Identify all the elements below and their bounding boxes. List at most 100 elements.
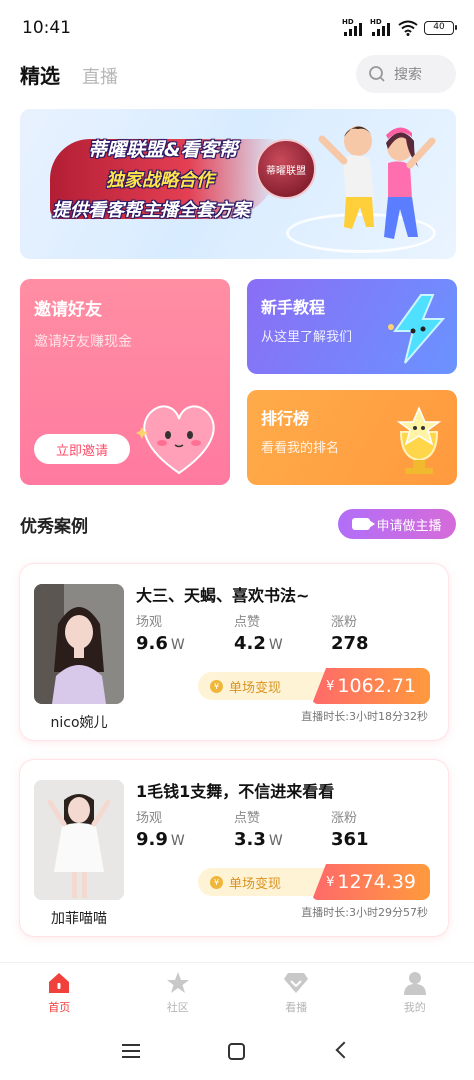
fans-value: 278 xyxy=(331,633,369,654)
home-icon xyxy=(49,973,70,993)
fans-stat: 涨粉 278 xyxy=(331,611,369,654)
live-duration: 直播时长:3小时29分57秒 xyxy=(301,906,428,919)
ranking-subtitle: 看看我的排名 xyxy=(261,441,340,456)
views-unit: W xyxy=(170,637,185,653)
home-button[interactable] xyxy=(228,1043,245,1060)
person-icon xyxy=(403,972,426,995)
live-camera-icon xyxy=(352,518,376,530)
search-placeholder: 搜索 xyxy=(394,67,422,83)
cases-section-title: 优秀案例 xyxy=(20,517,88,537)
tab-watch[interactable]: 看播 xyxy=(237,963,356,1030)
wifi-icon xyxy=(398,20,418,36)
tab-watch-label: 看播 xyxy=(285,1001,308,1014)
tab-home-label: 首页 xyxy=(48,1001,71,1014)
invite-card[interactable]: 邀请好友 邀请好友赚现金 立即邀请 xyxy=(20,279,230,485)
invite-now-button[interactable]: 立即邀请 xyxy=(34,434,130,464)
apply-host-label: 申请做主播 xyxy=(376,518,442,534)
promo-banner[interactable]: 蒂曜联盟&看客帮 独家战略合作 提供看客帮主播全套方案 蒂曜联盟 xyxy=(20,109,456,259)
case-card[interactable]: nico婉儿 大三、天蝎、喜欢书法~ 场观 9.6 W 点赞 4.2 W 涨粉 27… xyxy=(20,564,448,740)
revenue-amount-box: ¥ 1062.71 xyxy=(312,668,430,704)
back-button[interactable] xyxy=(335,1041,353,1059)
tab-home[interactable]: 首页 xyxy=(0,963,119,1030)
case-headline: 1毛钱1支舞，不信进来看看 xyxy=(136,782,335,801)
avatar xyxy=(34,780,124,900)
banner-text: 蒂曜联盟&看客帮 独家战略合作 提供看客帮主播全套方案 xyxy=(36,135,250,222)
system-nav-bar xyxy=(0,1030,474,1080)
banner-line-3: 提供看客帮主播全套方案 xyxy=(52,200,250,221)
likes-unit: W xyxy=(268,637,283,653)
signal-hd-label-2: HD xyxy=(370,18,382,26)
views-value: 9.6 xyxy=(136,633,168,654)
avatar xyxy=(34,584,124,704)
tab-me-label: 我的 xyxy=(403,1001,426,1014)
app-page: 10:41 HD HD 40 精选 直播 搜索 蒂曜联盟&看客帮 独家战略合作 … xyxy=(0,0,474,1080)
battery-icon: 40 xyxy=(424,21,457,35)
diamond-icon xyxy=(284,973,309,993)
search-icon xyxy=(369,66,385,82)
tab-community[interactable]: 社区 xyxy=(119,963,238,1030)
tab-me[interactable]: 我的 xyxy=(356,963,474,1030)
likes-stat: 点赞 3.3 W xyxy=(234,807,283,850)
status-bar: 10:41 HD HD 40 xyxy=(0,0,474,58)
fans-value: 361 xyxy=(331,829,369,850)
coin-icon: ¥ xyxy=(210,679,223,693)
views-stat: 场观 9.9 W xyxy=(136,807,185,850)
likes-unit: W xyxy=(268,833,283,849)
fans-label: 涨粉 xyxy=(331,615,358,630)
views-value: 9.9 xyxy=(136,829,168,850)
tutorial-title: 新手教程 xyxy=(261,298,326,317)
views-stat: 场观 9.6 W xyxy=(136,611,185,654)
host-name: nico婉儿 xyxy=(50,715,108,731)
case-card[interactable]: 加菲喵喵 1毛钱1支舞，不信进来看看 场观 9.9 W 点赞 3.3 W 涨粉 36… xyxy=(20,760,448,936)
status-icons: HD HD 40 xyxy=(342,18,457,36)
likes-value: 3.3 xyxy=(234,829,266,850)
trophy-icon xyxy=(396,406,442,474)
tab-community-label: 社区 xyxy=(166,1001,189,1014)
star-icon xyxy=(166,972,189,993)
revenue-tag: ¥ 单场变现 ¥ 1274.39 xyxy=(198,864,430,900)
revenue-tag: ¥ 单场变现 ¥ 1062.71 xyxy=(198,668,430,704)
tutorial-card[interactable]: 新手教程 从这里了解我们 xyxy=(247,279,457,374)
tab-live[interactable]: 直播 xyxy=(82,63,118,89)
bottom-tab-bar: 首页 社区 看播 我的 xyxy=(0,962,474,1030)
yen-symbol: ¥ xyxy=(326,678,335,694)
banner-line-1: 蒂曜联盟&看客帮 xyxy=(88,139,238,161)
apply-host-button[interactable]: 申请做主播 xyxy=(338,509,456,539)
ranking-card[interactable]: 排行榜 看看我的排名 xyxy=(247,390,457,485)
signal-hd-label: HD xyxy=(342,18,354,26)
signal-icon: HD xyxy=(342,18,364,36)
live-duration: 直播时长:3小时18分32秒 xyxy=(301,710,428,723)
revenue-label-box: ¥ 单场变现 xyxy=(198,672,328,700)
revenue-amount: 1062.71 xyxy=(337,675,416,697)
likes-value: 4.2 xyxy=(234,633,266,654)
invite-subtitle: 邀请好友赚现金 xyxy=(34,334,132,350)
signal-icon-2: HD xyxy=(370,18,392,36)
revenue-amount-box: ¥ 1274.39 xyxy=(312,864,430,900)
host-name: 加菲喵喵 xyxy=(51,911,107,927)
fans-stat: 涨粉 361 xyxy=(331,807,369,850)
tutorial-subtitle: 从这里了解我们 xyxy=(261,330,353,345)
invite-title: 邀请好友 xyxy=(34,300,102,320)
views-label: 场观 xyxy=(136,615,163,630)
views-label: 场观 xyxy=(136,811,163,826)
status-time: 10:41 xyxy=(22,18,71,38)
yen-symbol: ¥ xyxy=(326,874,335,890)
search-box[interactable]: 搜索 xyxy=(356,55,456,93)
recent-apps-button[interactable] xyxy=(122,1044,140,1058)
likes-stat: 点赞 4.2 W xyxy=(234,611,283,654)
lightning-icon xyxy=(388,294,446,364)
alliance-logo-text: 蒂曜联盟 xyxy=(266,165,306,177)
views-unit: W xyxy=(170,833,185,849)
banner-line-2: 独家战略合作 xyxy=(106,170,214,191)
revenue-label: 单场变现 xyxy=(229,876,282,892)
tab-featured[interactable]: 精选 xyxy=(20,60,60,89)
ranking-title: 排行榜 xyxy=(261,409,310,428)
alliance-logo: 蒂曜联盟 xyxy=(256,139,316,199)
likes-label: 点赞 xyxy=(234,811,261,826)
heart-icon xyxy=(136,405,215,475)
revenue-amount: 1274.39 xyxy=(337,871,416,893)
case-headline: 大三、天蝎、喜欢书法~ xyxy=(136,586,310,605)
cartoon-couple-illustration xyxy=(318,126,436,239)
top-tabs: 精选 直播 xyxy=(20,60,118,89)
coin-icon: ¥ xyxy=(210,875,223,889)
